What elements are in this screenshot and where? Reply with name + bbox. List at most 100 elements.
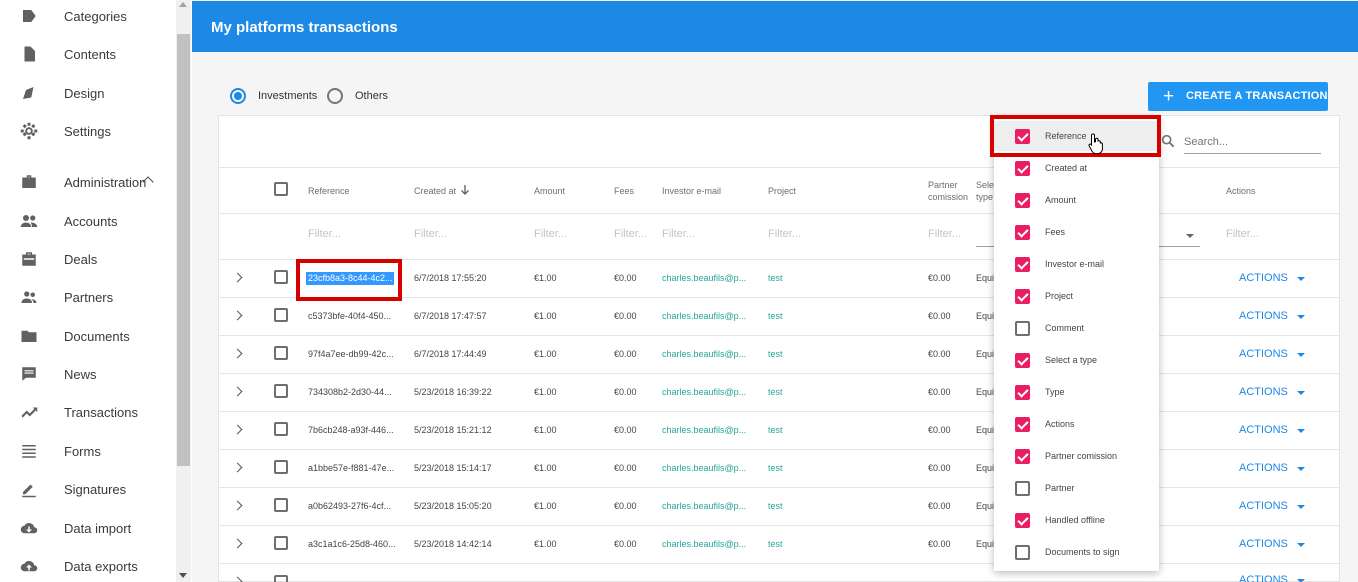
actions-caret-icon[interactable] <box>1297 315 1305 319</box>
actions-caret-icon[interactable] <box>1297 543 1305 547</box>
filter-fees[interactable]: Filter... <box>614 228 647 240</box>
column-option-checkbox[interactable] <box>1015 385 1030 400</box>
column-header-project[interactable]: Project <box>768 185 796 197</box>
column-option-select-a-type[interactable]: Select a type <box>994 345 1159 375</box>
filter-project[interactable]: Filter... <box>768 228 801 240</box>
row-checkbox[interactable] <box>274 308 288 322</box>
column-option-fees[interactable]: Fees <box>994 217 1159 247</box>
cell-project[interactable]: test <box>768 311 783 321</box>
column-option-investor-e-mail[interactable]: Investor e-mail <box>994 249 1159 279</box>
row-checkbox[interactable] <box>274 536 288 550</box>
column-header-reference[interactable]: Reference <box>308 185 350 197</box>
investments-radio[interactable] <box>230 88 246 104</box>
cell-project[interactable]: test <box>768 501 783 511</box>
column-option-checkbox[interactable] <box>1015 225 1030 240</box>
actions-dropdown-button[interactable]: ACTIONS <box>1239 500 1288 512</box>
scrollbar-thumb[interactable] <box>177 34 190 466</box>
cell-project[interactable]: test <box>768 425 783 435</box>
select-all-checkbox[interactable] <box>274 182 288 196</box>
filter-amount[interactable]: Filter... <box>534 228 567 240</box>
filter-actions[interactable]: Filter... <box>1226 228 1259 240</box>
column-option-partner-comission[interactable]: Partner comission <box>994 441 1159 471</box>
scroll-up-arrow-icon[interactable] <box>179 2 187 7</box>
sidebar-item-settings[interactable]: Settings <box>0 116 176 146</box>
actions-caret-icon[interactable] <box>1297 391 1305 395</box>
column-header-investor-email[interactable]: Investor e-mail <box>662 185 721 197</box>
actions-dropdown-button[interactable]: ACTIONS <box>1239 538 1288 550</box>
create-transaction-button[interactable]: + CREATE A TRANSACTION <box>1148 82 1328 111</box>
column-header-partner-comission-line2[interactable]: comission <box>928 191 968 203</box>
column-option-checkbox[interactable] <box>1015 545 1030 560</box>
cell-investor-email[interactable]: charles.beaufils@p... <box>662 273 746 283</box>
sidebar-item-administration[interactable]: Administration <box>0 167 176 197</box>
actions-caret-icon[interactable] <box>1297 353 1305 357</box>
column-option-type[interactable]: Type <box>994 377 1159 407</box>
cell-project[interactable]: test <box>768 463 783 473</box>
column-option-checkbox[interactable] <box>1015 353 1030 368</box>
cell-investor-email[interactable]: charles.beaufils@p... <box>662 387 746 397</box>
column-option-checkbox[interactable] <box>1015 417 1030 432</box>
column-header-created-at[interactable]: Created at <box>414 185 456 197</box>
column-header-amount[interactable]: Amount <box>534 185 565 197</box>
filter-investor-email[interactable]: Filter... <box>662 228 695 240</box>
actions-dropdown-button[interactable]: ACTIONS <box>1239 272 1288 284</box>
actions-caret-icon[interactable] <box>1297 429 1305 433</box>
sidebar-item-contents[interactable]: Contents <box>0 39 176 69</box>
column-option-checkbox[interactable] <box>1015 193 1030 208</box>
row-checkbox[interactable] <box>274 384 288 398</box>
filter-reference[interactable]: Filter... <box>308 228 341 240</box>
cell-investor-email[interactable]: charles.beaufils@p... <box>662 463 746 473</box>
cell-project[interactable]: test <box>768 539 783 549</box>
actions-dropdown-button[interactable]: ACTIONS <box>1239 310 1288 322</box>
actions-caret-icon[interactable] <box>1297 505 1305 509</box>
cell-investor-email[interactable]: charles.beaufils@p... <box>662 539 746 549</box>
column-option-checkbox[interactable] <box>1015 513 1030 528</box>
row-checkbox[interactable] <box>274 422 288 436</box>
sidebar-item-deals[interactable]: Deals <box>0 244 176 274</box>
column-option-comment[interactable]: Comment <box>994 313 1159 343</box>
scroll-down-arrow-icon[interactable] <box>179 573 187 578</box>
sidebar-item-partners[interactable]: Partners <box>0 282 176 312</box>
sidebar-item-data-exports[interactable]: Data exports <box>0 551 176 581</box>
column-option-partner[interactable]: Partner <box>994 473 1159 503</box>
actions-dropdown-button[interactable]: ACTIONS <box>1239 348 1288 360</box>
sidebar-item-design[interactable]: Design <box>0 78 176 108</box>
select-caret-icon[interactable] <box>1186 234 1194 238</box>
column-option-checkbox[interactable] <box>1015 289 1030 304</box>
actions-dropdown-button[interactable]: ACTIONS <box>1239 386 1288 398</box>
column-option-checkbox[interactable] <box>1015 161 1030 176</box>
investments-radio-label[interactable]: Investments <box>258 90 317 102</box>
search-input[interactable] <box>1184 130 1321 154</box>
column-header-fees[interactable]: Fees <box>614 185 634 197</box>
others-radio[interactable] <box>327 88 343 104</box>
actions-dropdown-button[interactable]: ACTIONS <box>1239 424 1288 436</box>
sidebar-item-categories[interactable]: Categories <box>0 1 176 31</box>
filter-created-at[interactable]: Filter... <box>414 228 447 240</box>
column-option-documents-to-sign[interactable]: Documents to sign <box>994 537 1159 567</box>
cell-investor-email[interactable]: charles.beaufils@p... <box>662 425 746 435</box>
filter-partner-comission[interactable]: Filter... <box>928 228 961 240</box>
cell-project[interactable]: test <box>768 387 783 397</box>
sidebar-item-transactions[interactable]: Transactions <box>0 397 176 427</box>
row-checkbox[interactable] <box>274 346 288 360</box>
row-checkbox[interactable] <box>274 575 288 582</box>
sort-down-arrow-icon[interactable] <box>460 184 470 196</box>
column-header-select-type-line2[interactable]: type <box>976 191 993 203</box>
column-option-amount[interactable]: Amount <box>994 185 1159 215</box>
cell-investor-email[interactable]: charles.beaufils@p... <box>662 501 746 511</box>
sidebar-item-data-import[interactable]: Data import <box>0 513 176 543</box>
sidebar-item-forms[interactable]: Forms <box>0 436 176 466</box>
cell-project[interactable]: test <box>768 349 783 359</box>
sidebar-item-signatures[interactable]: Signatures <box>0 474 176 504</box>
sidebar-item-documents[interactable]: Documents <box>0 321 176 351</box>
row-checkbox[interactable] <box>274 460 288 474</box>
others-radio-label[interactable]: Others <box>355 90 388 102</box>
actions-caret-icon[interactable] <box>1297 467 1305 471</box>
column-header-partner-comission-line1[interactable]: Partner <box>928 179 958 191</box>
actions-dropdown-button[interactable]: ACTIONS <box>1239 574 1288 582</box>
column-option-actions[interactable]: Actions <box>994 409 1159 439</box>
column-option-checkbox[interactable] <box>1015 481 1030 496</box>
column-option-checkbox[interactable] <box>1015 321 1030 336</box>
column-option-project[interactable]: Project <box>994 281 1159 311</box>
sidebar-item-news[interactable]: News <box>0 359 176 389</box>
